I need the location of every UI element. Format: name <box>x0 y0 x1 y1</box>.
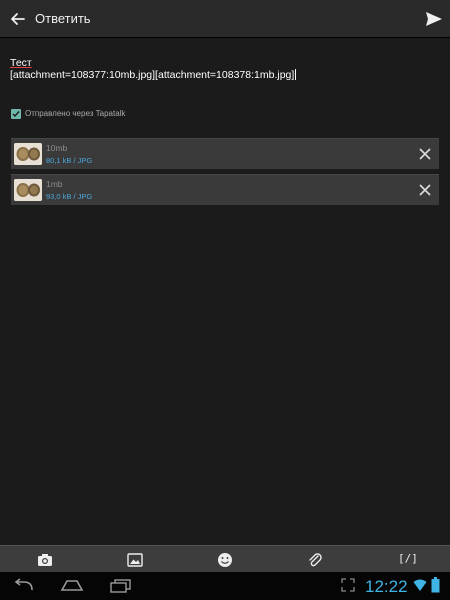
coin-image-thumbnail <box>14 143 42 165</box>
back-arrow-icon[interactable] <box>8 9 28 29</box>
signature-option[interactable]: Отправлено через Tapatalk <box>11 109 125 119</box>
remove-attachment-close-icon[interactable] <box>419 148 431 160</box>
editor-text-line-2: [attachment=108377:10mb.jpg][attachment=… <box>10 69 295 81</box>
code-tag-button[interactable]: [/] <box>398 552 418 565</box>
fullscreen-expand-icon <box>341 578 355 592</box>
page-title: Ответить <box>35 11 91 26</box>
compose-toolbar: [/] <box>0 545 450 573</box>
attachment-item: 1mb 93,0 kB / JPG <box>11 174 439 205</box>
attachment-item: 10mb 80,1 kB / JPG <box>11 138 439 169</box>
battery-icon <box>431 577 440 593</box>
paperclip-attach-icon[interactable] <box>307 552 323 568</box>
system-navigation-bar: 12:22 <box>0 572 450 600</box>
emoji-icon[interactable] <box>217 552 233 568</box>
status-clock: 12:22 <box>365 577 408 596</box>
action-bar: Ответить <box>0 0 450 37</box>
coin-image-thumbnail <box>14 179 42 201</box>
signature-checkbox[interactable] <box>11 109 21 119</box>
wifi-signal-icon <box>413 579 427 591</box>
send-icon[interactable] <box>424 9 444 29</box>
system-home-icon[interactable] <box>60 578 84 594</box>
system-recent-apps-icon[interactable] <box>108 578 132 594</box>
editor-text-line-1: Тест <box>10 57 32 69</box>
message-editor[interactable]: Тест [attachment=108377:10mb.jpg][attach… <box>10 57 440 81</box>
attachment-meta: 80,1 kB / JPG <box>46 156 93 165</box>
remove-attachment-close-icon[interactable] <box>419 184 431 196</box>
attachment-name: 1mb <box>46 179 63 189</box>
image-gallery-icon[interactable] <box>127 552 143 568</box>
signature-label: Отправлено через Tapatalk <box>25 109 126 119</box>
system-back-icon[interactable] <box>12 578 36 594</box>
camera-icon[interactable] <box>37 552 53 568</box>
attachment-name: 10mb <box>46 143 68 153</box>
text-caret <box>295 69 297 80</box>
checkmark-icon <box>12 111 20 118</box>
editor-text-line-2-wrap: [attachment=108377:10mb.jpg][attachment=… <box>10 69 440 81</box>
attachment-meta: 93,0 kB / JPG <box>46 192 93 201</box>
